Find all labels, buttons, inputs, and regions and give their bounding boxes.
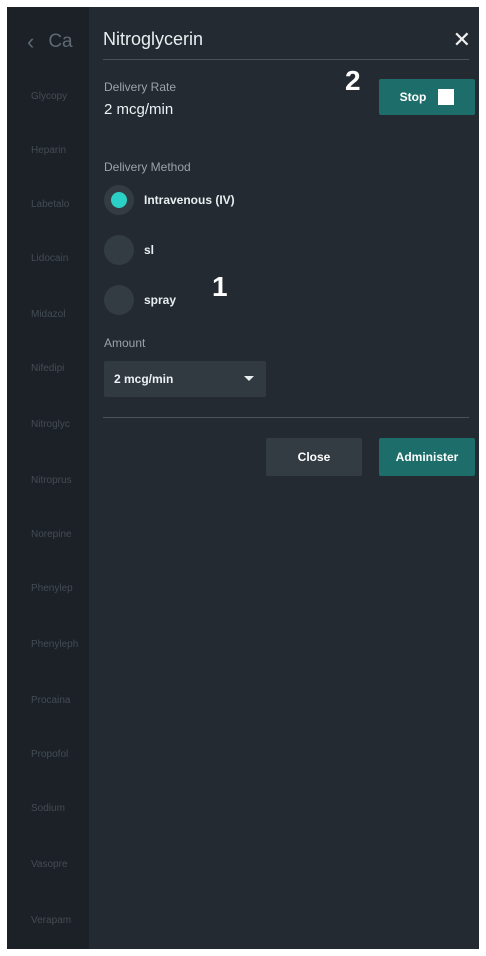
- list-item: Phenyleph: [31, 639, 79, 650]
- app-frame: ‹ Ca Glycopy Heparin Labetalo Lidocain M…: [7, 7, 479, 949]
- list-item: Nitroglyc: [31, 419, 70, 430]
- radio-label: Intravenous (IV): [144, 193, 235, 207]
- amount-label: Amount: [104, 336, 146, 350]
- list-item: Norepine: [31, 529, 72, 540]
- list-item: Propofol: [31, 749, 69, 760]
- administer-button[interactable]: Administer: [379, 438, 475, 476]
- list-item: Procaina: [31, 695, 71, 706]
- annotation-one: 1: [212, 271, 228, 302]
- delivery-rate-value: 2 mcg/min: [104, 101, 174, 118]
- list-item: Midazol: [31, 309, 66, 320]
- radio-label: sl: [144, 243, 155, 257]
- medication-panel: Nitroglycerin ✕ Delivery Rate 2 mcg/min …: [89, 7, 479, 949]
- panel-header: Nitroglycerin ✕: [103, 29, 479, 57]
- amount-select-value: 2 mcg/min: [114, 372, 174, 386]
- list-item: Verapam: [31, 915, 72, 926]
- footer-divider: [103, 417, 469, 418]
- list-item: Sodium: [31, 803, 65, 814]
- header-divider: [103, 59, 469, 60]
- back-chevron-icon: ‹: [27, 29, 35, 54]
- close-icon[interactable]: ✕: [453, 29, 471, 51]
- radio-spray[interactable]: spray: [104, 285, 176, 315]
- radio-button[interactable]: [104, 235, 134, 265]
- background-medication-list: ‹ Ca Glycopy Heparin Labetalo Lidocain M…: [7, 7, 97, 949]
- list-item: Labetalo: [31, 199, 70, 210]
- list-item: Phenylep: [31, 583, 73, 594]
- list-item: Nifedipi: [31, 363, 65, 374]
- delivery-method-label: Delivery Method: [104, 160, 191, 174]
- annotation-two: 2: [345, 65, 361, 96]
- panel-title: Nitroglycerin: [103, 29, 204, 49]
- list-item: Lidocain: [31, 253, 69, 264]
- list-item: Heparin: [31, 145, 67, 156]
- background-header-text: Ca: [48, 31, 73, 52]
- stop-button-label: Stop: [399, 90, 427, 104]
- delivery-rate-label: Delivery Rate: [104, 80, 177, 94]
- radio-button-selected[interactable]: [104, 185, 134, 215]
- radio-sl[interactable]: sl: [104, 235, 154, 265]
- list-item: Vasopre: [31, 859, 68, 870]
- stop-square-icon: [438, 89, 455, 105]
- background-header: ‹ Ca: [27, 29, 73, 55]
- amount-select[interactable]: 2 mcg/min: [104, 361, 266, 397]
- stop-button[interactable]: Stop: [379, 79, 475, 115]
- list-item: Nitroprus: [31, 475, 72, 486]
- radio-intravenous[interactable]: Intravenous (IV): [104, 185, 235, 215]
- radio-label: spray: [144, 293, 177, 307]
- radio-button[interactable]: [104, 285, 134, 315]
- caret-down-icon: [244, 376, 254, 381]
- list-item: Glycopy: [31, 91, 68, 102]
- close-button[interactable]: Close: [266, 438, 362, 476]
- radio-dot-icon: [111, 192, 127, 208]
